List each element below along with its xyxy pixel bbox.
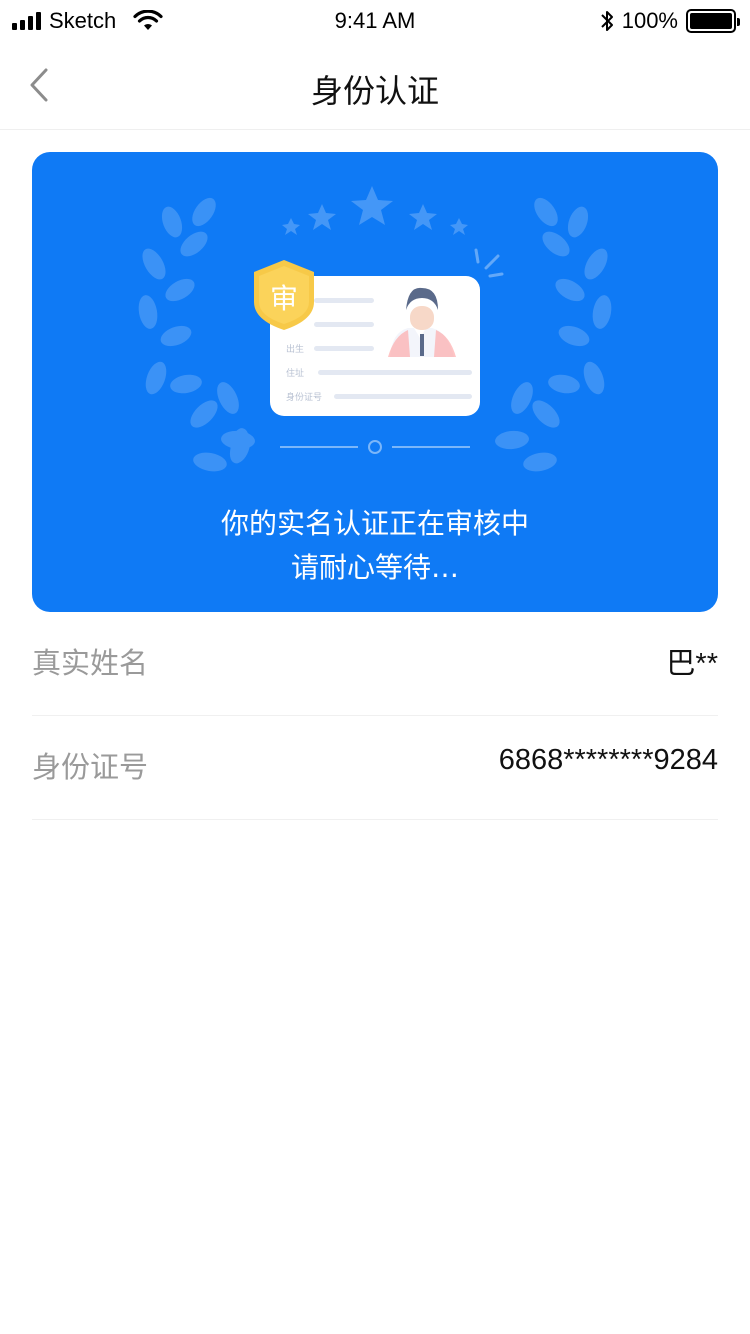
status-bar: Sketch 9:41 AM 100% bbox=[0, 0, 750, 40]
id-number-value: 6868********9284 bbox=[498, 744, 718, 776]
id-card-illustration: 出生 住址 身份证号 审 bbox=[138, 186, 612, 472]
laurel-left-icon bbox=[138, 197, 255, 472]
stars-icon bbox=[282, 186, 468, 235]
id-number-label: 身份证号 bbox=[32, 750, 149, 784]
card-label-address: 住址 bbox=[286, 367, 304, 379]
card-label-id-number: 身份证号 bbox=[286, 391, 322, 403]
divider-icon bbox=[280, 440, 470, 454]
laurel-right-icon bbox=[495, 197, 612, 472]
real-name-value: 巴** bbox=[666, 648, 718, 680]
review-message-line1: 你的实名认证正在审核中 bbox=[220, 507, 529, 540]
battery-icon bbox=[686, 9, 740, 33]
battery-percent: 100% bbox=[621, 8, 678, 33]
battery-fill bbox=[690, 13, 732, 29]
sparkle-icon bbox=[474, 248, 504, 278]
review-message-line2: 请耐心等待… bbox=[290, 551, 459, 584]
verification-banner: 出生 住址 身份证号 审 你的实名认证正在审核中 请耐心等待… bbox=[32, 152, 718, 612]
nav-bar: 身份认证 bbox=[0, 40, 750, 130]
bluetooth-icon bbox=[601, 11, 613, 31]
real-name-label: 真实姓名 bbox=[32, 646, 149, 680]
status-right: 100% bbox=[600, 8, 740, 34]
review-message: 你的实名认证正在审核中 请耐心等待… bbox=[32, 502, 718, 590]
page-title: 身份认证 bbox=[310, 72, 439, 110]
info-row-real-name: 真实姓名 巴** bbox=[32, 612, 718, 716]
card-label-birth: 出生 bbox=[286, 343, 304, 355]
shield-badge-text: 审 bbox=[270, 282, 298, 315]
battery-tip bbox=[737, 18, 740, 26]
info-row-id-number: 身份证号 6868********9284 bbox=[32, 716, 718, 820]
